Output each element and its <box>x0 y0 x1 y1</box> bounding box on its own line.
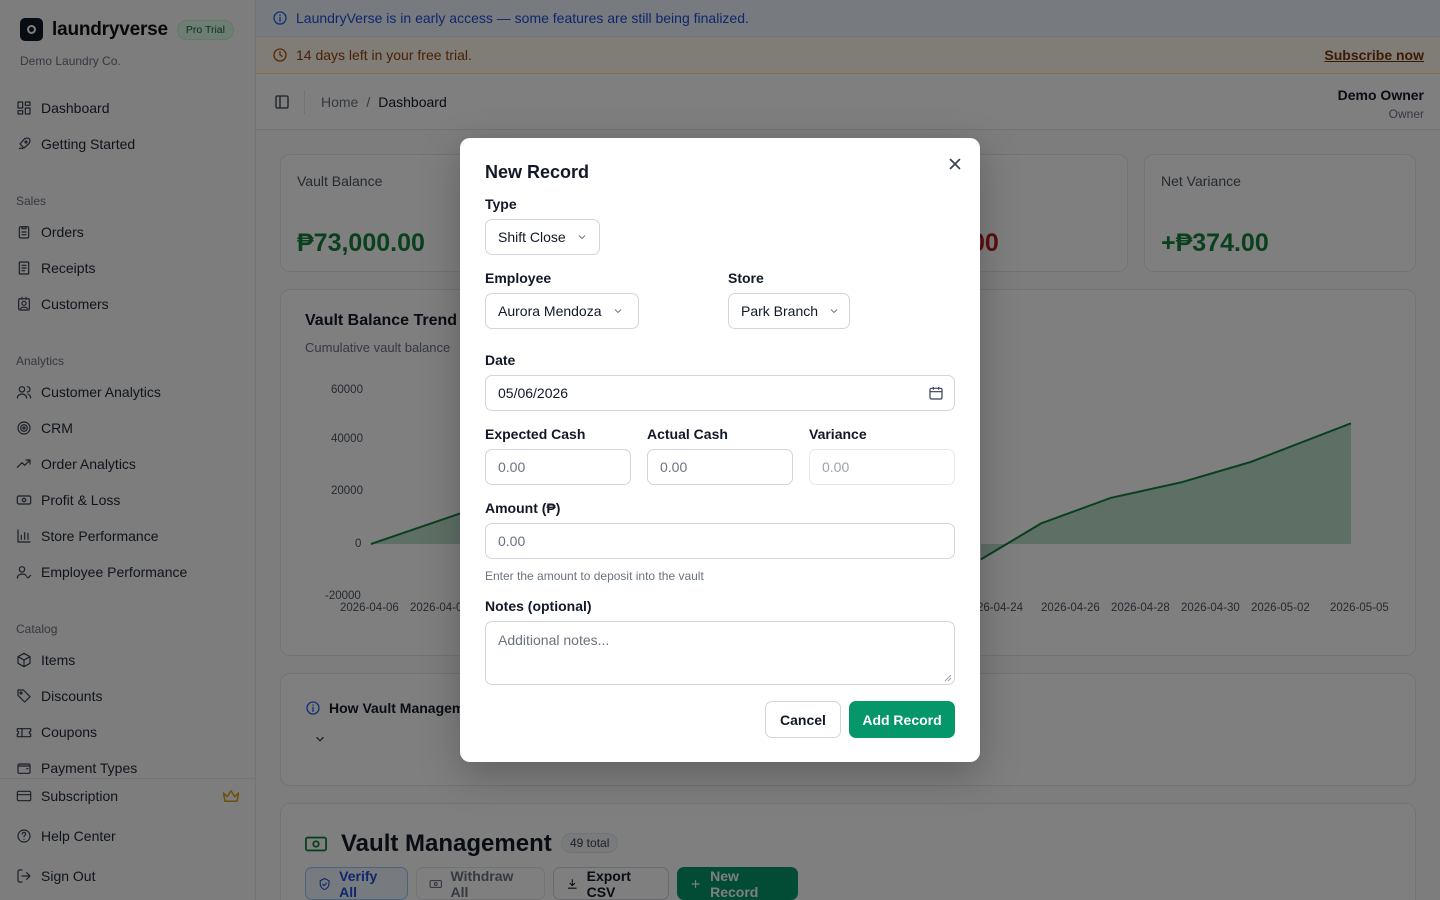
employee-label: Employee <box>485 270 552 286</box>
chevron-down-icon <box>830 309 838 314</box>
date-value: 05/06/2026 <box>498 385 569 401</box>
expected-cash-label: Expected Cash <box>485 426 586 442</box>
type-select[interactable]: Shift Close <box>485 219 600 255</box>
resize-handle-icon[interactable] <box>944 674 952 682</box>
add-record-button[interactable]: Add Record <box>849 701 955 738</box>
new-record-dialog: New Record Type Shift Close Employee Aur… <box>460 138 980 762</box>
chevron-down-icon <box>578 235 586 240</box>
cancel-button[interactable]: Cancel <box>765 701 841 738</box>
date-input[interactable]: 05/06/2026 <box>485 375 955 411</box>
actual-cash-input[interactable]: 0.00 <box>647 449 793 485</box>
employee-select-value: Aurora Mendoza <box>498 303 602 319</box>
expected-cash-placeholder: 0.00 <box>498 459 526 475</box>
employee-select[interactable]: Aurora Mendoza <box>485 293 639 329</box>
expected-cash-input[interactable]: 0.00 <box>485 449 631 485</box>
type-select-value: Shift Close <box>498 229 566 245</box>
notes-label: Notes (optional) <box>485 598 592 614</box>
dialog-title: New Record <box>485 162 590 182</box>
cancel-label: Cancel <box>780 711 826 728</box>
store-select[interactable]: Park Branch <box>728 293 850 329</box>
date-label: Date <box>485 352 516 368</box>
amount-input[interactable]: 0.00 <box>485 523 955 559</box>
chevron-down-icon <box>614 309 621 314</box>
notes-textarea[interactable]: Additional notes... <box>485 621 955 685</box>
store-select-value: Park Branch <box>741 303 819 319</box>
type-label: Type <box>485 196 517 212</box>
variance-placeholder: 0.00 <box>822 459 850 475</box>
add-record-label: Add Record <box>862 711 942 728</box>
store-label: Store <box>728 270 764 286</box>
calendar-icon[interactable] <box>928 385 944 401</box>
actual-cash-placeholder: 0.00 <box>660 459 688 475</box>
actual-cash-label: Actual Cash <box>647 426 728 442</box>
close-icon[interactable] <box>946 155 964 173</box>
notes-placeholder: Additional notes... <box>498 632 610 648</box>
amount-label: Amount (₱) <box>485 500 561 516</box>
amount-hint: Enter the amount to deposit into the vau… <box>485 569 704 583</box>
amount-placeholder: 0.00 <box>498 533 526 549</box>
variance-label: Variance <box>809 426 867 442</box>
variance-input: 0.00 <box>809 449 955 485</box>
